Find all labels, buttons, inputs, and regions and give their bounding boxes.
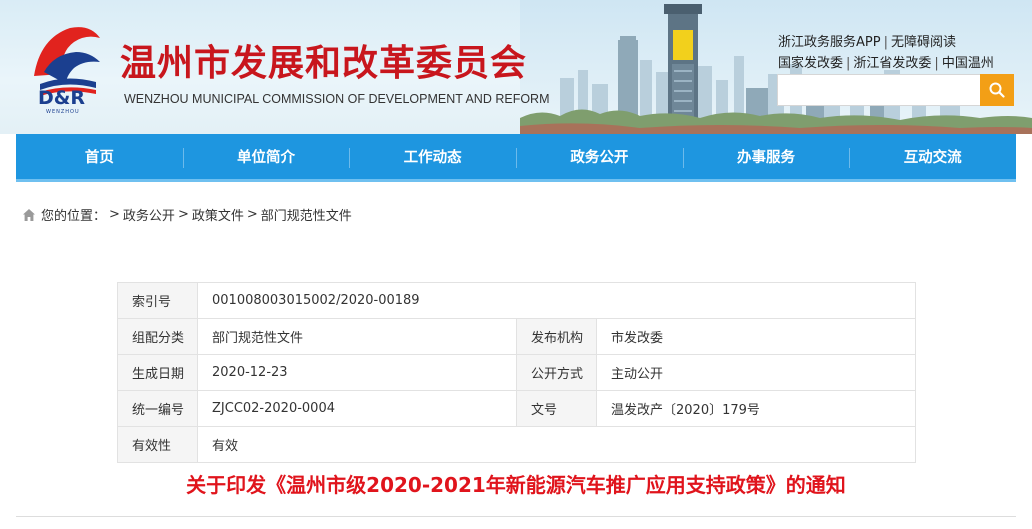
top-links-row-1: 浙江政务服务APP | 无障碍阅读 [778,32,994,53]
nav-item-interaction[interactable]: 互动交流 [849,134,1016,179]
label-doc-number: 文号 [516,390,597,427]
link-zj-drc[interactable]: 浙江省发改委 [853,56,931,71]
document-title: 关于印发《温州市级2020-2021年新能源汽车推广应用支持政策》的通知 [186,473,846,497]
nav-item-services[interactable]: 办事服务 [682,134,850,179]
label-index-number: 索引号 [117,282,198,319]
home-icon [23,208,35,221]
logo-subtext: WENZHOU [46,109,80,115]
value-category: 部门规范性文件 [197,318,517,355]
label-unified-number: 统一编号 [117,390,198,427]
nav-item-home[interactable]: 首页 [16,134,183,179]
search-button[interactable] [980,74,1014,106]
document-info-table: 索引号 001008003015002/2020-00189 组配分类 部门规范… [117,282,916,463]
breadcrumb-separator: > [177,207,189,222]
breadcrumb-item-policy[interactable]: 政策文件 [192,205,244,224]
breadcrumb-prefix: 您的位置： [41,209,107,224]
table-row: 有效性 有效 [117,426,916,463]
table-row: 生成日期 2020-12-23 公开方式 主动公开 [117,354,916,391]
link-accessibility[interactable]: 无障碍阅读 [891,35,956,50]
top-links-row-2: 国家发改委 | 浙江省发改委 | 中国温州 [778,53,994,74]
value-index-number: 001008003015002/2020-00189 [197,282,916,319]
link-ndrc[interactable]: 国家发改委 [778,56,843,71]
nav-item-gov-info[interactable]: 政务公开 [516,134,683,179]
label-disclosure-method: 公开方式 [516,354,597,391]
link-china-wenzhou[interactable]: 中国温州 [942,56,994,71]
nav-item-news[interactable]: 工作动态 [349,134,516,179]
link-zhejiang-app[interactable]: 浙江政务服务APP [778,35,881,50]
value-validity: 有效 [197,426,916,463]
site-title[interactable]: 温州市发展和改革委员会 [120,34,527,86]
link-separator: | [883,35,888,50]
logo-text: D&R [38,87,85,109]
value-created-date: 2020-12-23 [197,354,517,391]
breadcrumb: 您的位置： > 政务公开 > 政策文件 > 部门规范性文件 [22,205,352,224]
link-separator: | [846,56,851,71]
value-doc-number: 温发改产〔2020〕179号 [596,390,916,427]
nav-item-about[interactable]: 单位简介 [182,134,350,179]
label-issuer: 发布机构 [516,318,597,355]
table-row: 组配分类 部门规范性文件 发布机构 市发改委 [117,318,916,355]
value-disclosure-method: 主动公开 [596,354,916,391]
breadcrumb-separator: > [109,207,120,222]
table-row: 索引号 001008003015002/2020-00189 [117,282,916,319]
label-created-date: 生成日期 [117,354,198,391]
link-separator: | [934,56,939,71]
site-header: D&R WENZHOU 温州市发展和改革委员会 WENZHOU MUNICIPA… [0,0,1032,134]
label-validity: 有效性 [117,426,198,463]
breadcrumb-item-normative[interactable]: 部门规范性文件 [261,205,352,224]
divider [16,516,1016,517]
value-unified-number: ZJCC02-2020-0004 [197,390,517,427]
site-title-en: WENZHOU MUNICIPAL COMMISSION OF DEVELOPM… [124,92,550,106]
top-links: 浙江政务服务APP | 无障碍阅读 国家发改委 | 浙江省发改委 | 中国温州 [778,32,994,74]
breadcrumb-separator: > [246,207,258,222]
search-input[interactable] [777,74,981,106]
value-issuer: 市发改委 [596,318,916,355]
table-row: 统一编号 ZJCC02-2020-0004 文号 温发改产〔2020〕179号 [117,390,916,427]
search-icon [989,82,1005,98]
breadcrumb-item-gov-info[interactable]: 政务公开 [123,205,175,224]
label-category: 组配分类 [117,318,198,355]
main-nav: 首页 单位简介 工作动态 政务公开 办事服务 互动交流 [16,134,1016,182]
